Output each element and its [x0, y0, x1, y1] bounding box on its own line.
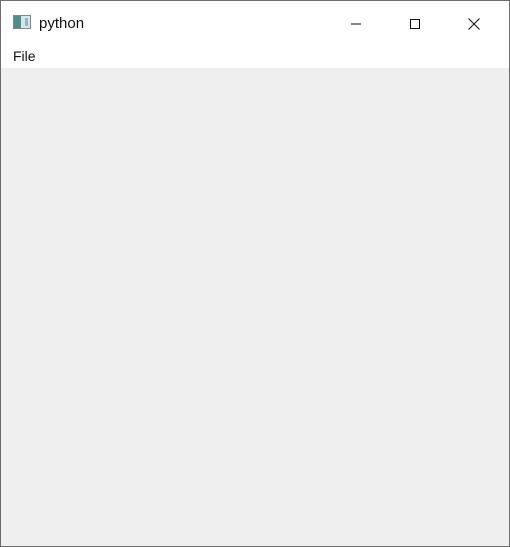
- application-window: python File: [0, 0, 510, 547]
- minimize-icon: [351, 23, 361, 24]
- close-icon: [468, 17, 480, 30]
- menu-bar: File: [1, 46, 509, 68]
- window-title: python: [39, 15, 85, 32]
- close-button[interactable]: [445, 1, 503, 46]
- maximize-icon: [410, 18, 420, 29]
- python-window-icon: [13, 15, 31, 29]
- menu-file[interactable]: File: [9, 46, 40, 68]
- title-bar[interactable]: python: [1, 1, 509, 46]
- main-content-area: [1, 68, 509, 546]
- maximize-button[interactable]: [386, 1, 444, 46]
- minimize-button[interactable]: [327, 1, 385, 46]
